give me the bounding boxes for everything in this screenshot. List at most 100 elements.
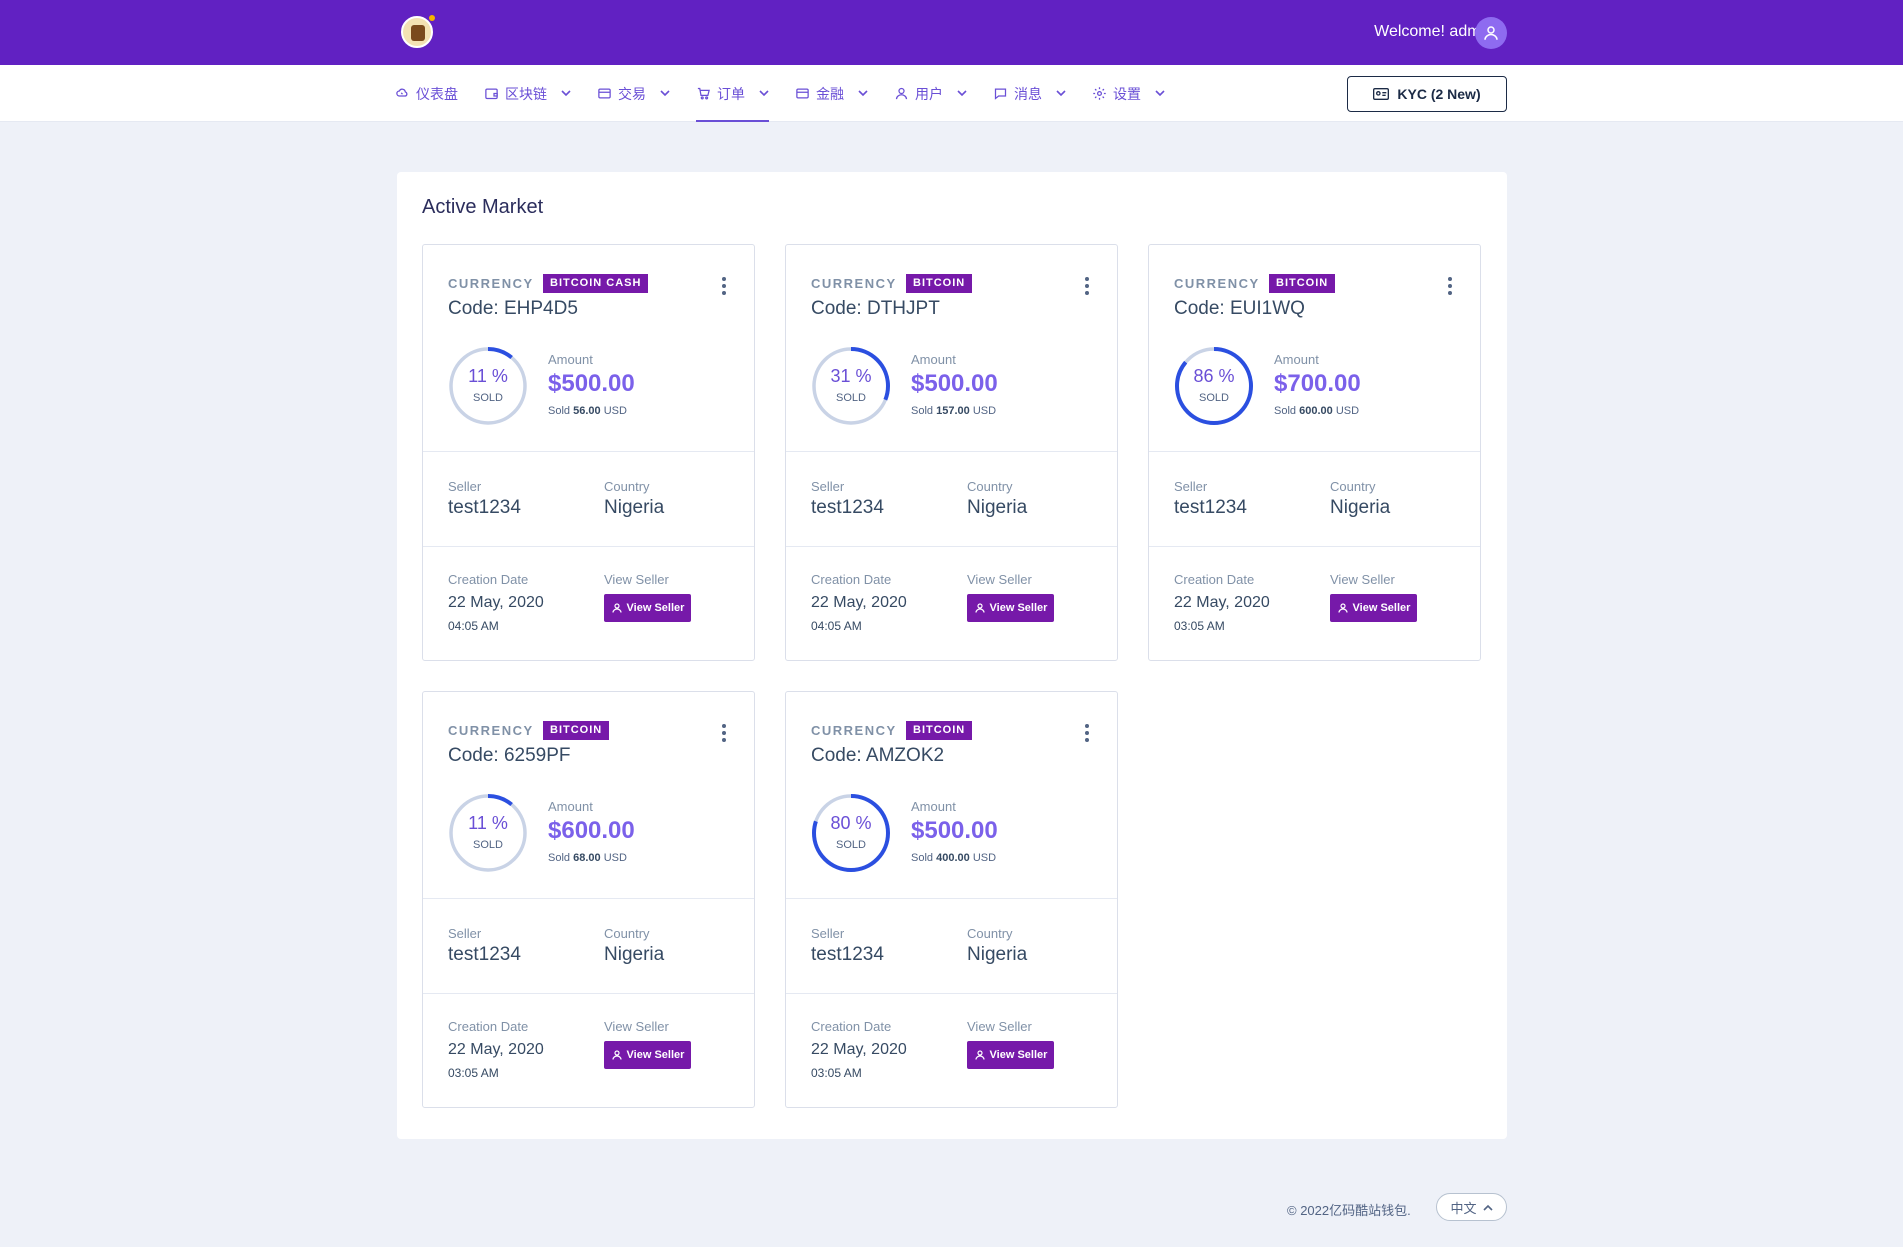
cart-icon (697, 87, 710, 100)
sold-progress-ring: 11 % SOLD (448, 793, 528, 873)
market-card: CURRENCY BITCOIN CASH Code: EHP4D5 11 % … (422, 244, 755, 661)
nav-item-4[interactable]: 金融 (795, 65, 868, 122)
creation-date: 22 May, 2020 (448, 594, 544, 611)
view-seller-button[interactable]: View Seller (604, 594, 691, 622)
card-header: CURRENCY BITCOIN CASH Code: EHP4D5 11 % … (423, 245, 754, 452)
wallet-icon (485, 88, 498, 100)
creation-date: 22 May, 2020 (448, 1041, 544, 1058)
nav-item-label: 金融 (816, 85, 844, 102)
creation-date-label: Creation Date (1174, 572, 1255, 587)
more-options-icon[interactable] (721, 277, 727, 297)
currency-label: CURRENCY (1174, 276, 1260, 291)
card-seller-info: Seller test1234 Country Nigeria (786, 452, 1117, 547)
more-options-icon[interactable] (1084, 724, 1090, 744)
user-avatar[interactable] (1475, 17, 1507, 49)
creation-date-label: Creation Date (448, 572, 529, 587)
currency-badge: BITCOIN CASH (543, 274, 649, 293)
chevron-down-icon (1155, 90, 1165, 97)
card-footer: Creation Date 22 May, 2020 04:05 AM View… (786, 547, 1117, 662)
creation-time: 03:05 AM (448, 1066, 499, 1080)
chevron-down-icon (759, 90, 769, 97)
cloud-icon (396, 88, 408, 97)
market-code: Code: DTHJPT (811, 298, 940, 319)
view-seller-button[interactable]: View Seller (967, 1041, 1054, 1069)
user-icon (611, 603, 622, 613)
sold-amount: Sold 157.00 USD (911, 405, 997, 417)
nav-item-7[interactable]: 设置 (1092, 65, 1165, 122)
nav-item-label: 设置 (1113, 85, 1141, 102)
logo[interactable] (401, 15, 435, 48)
creation-time: 04:05 AM (448, 619, 499, 633)
nav-item-5[interactable]: 用户 (894, 65, 967, 122)
language-selector[interactable]: 中文 (1436, 1193, 1507, 1221)
view-seller-button[interactable]: View Seller (604, 1041, 691, 1069)
kyc-button[interactable]: KYC (2 New) (1347, 76, 1507, 112)
nav-item-1[interactable]: 区块链 (484, 65, 571, 122)
sold-ring-label: SOLD (1199, 392, 1229, 404)
card-footer: Creation Date 22 May, 2020 04:05 AM View… (423, 547, 754, 662)
view-seller-button[interactable]: View Seller (1330, 594, 1417, 622)
currency-label: CURRENCY (811, 723, 897, 738)
sold-ring-label: SOLD (836, 392, 866, 404)
country-value: Nigeria (967, 497, 1028, 518)
sold-amount: Sold 56.00 USD (548, 405, 627, 417)
seller-label: Seller (448, 926, 482, 941)
amount-value: $500.00 (548, 370, 635, 397)
seller-label: Seller (811, 926, 845, 941)
card-header: CURRENCY BITCOIN Code: 6259PF 11 % SOLD … (423, 692, 754, 899)
more-options-icon[interactable] (721, 724, 727, 744)
chevron-down-icon (561, 90, 571, 97)
page-title: Active Market (422, 196, 544, 218)
currency-label: CURRENCY (811, 276, 897, 291)
more-options-icon[interactable] (1447, 277, 1453, 297)
nav-item-label: 用户 (915, 85, 943, 102)
amount-label: Amount (911, 799, 956, 814)
card-icon (796, 88, 809, 99)
sold-progress-ring: 86 % SOLD (1174, 346, 1254, 426)
amount-label: Amount (548, 799, 593, 814)
language-label: 中文 (1450, 1200, 1477, 1216)
nav-item-0[interactable]: 仪表盘 (395, 65, 458, 122)
creation-date-label: Creation Date (811, 572, 892, 587)
nav-item-6[interactable]: 消息 (993, 65, 1066, 122)
view-seller-button[interactable]: View Seller (967, 594, 1054, 622)
chevron-down-icon (1056, 90, 1066, 97)
country-value: Nigeria (967, 944, 1028, 965)
sold-progress-ring: 11 % SOLD (448, 346, 528, 426)
sold-percent: 86 % (1193, 366, 1235, 386)
chevron-down-icon (858, 90, 868, 97)
chevron-down-icon (957, 90, 967, 97)
country-label: Country (967, 479, 1013, 494)
nav-item-3[interactable]: 订单 (696, 65, 769, 122)
seller-value: test1234 (811, 497, 884, 518)
user-icon (1484, 26, 1498, 40)
sold-amount: Sold 68.00 USD (548, 852, 627, 864)
market-code: Code: AMZOK2 (811, 745, 945, 766)
creation-time: 03:05 AM (1174, 619, 1225, 633)
sold-amount: Sold 600.00 USD (1274, 405, 1360, 417)
country-label: Country (1330, 479, 1376, 494)
currency-badge: BITCOIN (543, 721, 610, 740)
card-footer: Creation Date 22 May, 2020 03:05 AM View… (1149, 547, 1480, 662)
amount-value: $500.00 (911, 370, 998, 397)
id-card-icon (1373, 88, 1390, 100)
market-card: CURRENCY BITCOIN Code: EUI1WQ 86 % SOLD … (1148, 244, 1481, 661)
sold-progress-ring: 80 % SOLD (811, 793, 891, 873)
sold-percent: 31 % (830, 366, 872, 386)
country-value: Nigeria (604, 944, 665, 965)
currency-label: CURRENCY (448, 276, 534, 291)
nav-item-2[interactable]: 交易 (597, 65, 670, 122)
nav-item-label: 消息 (1014, 85, 1042, 102)
amount-label: Amount (1274, 352, 1319, 367)
seller-label: Seller (1174, 479, 1208, 494)
view-seller-label: View Seller (604, 1019, 669, 1034)
user-icon (895, 87, 908, 100)
main-nav: 仪表盘 区块链 交易 订单 金融 用户 消息 设置 (395, 65, 1191, 122)
active-market-panel: Active Market CURRENCY BITCOIN CASH Code… (397, 172, 1507, 1139)
seller-value: test1234 (448, 944, 521, 965)
country-value: Nigeria (1330, 497, 1391, 518)
more-options-icon[interactable] (1084, 277, 1090, 297)
card-seller-info: Seller test1234 Country Nigeria (423, 899, 754, 994)
creation-time: 04:05 AM (811, 619, 862, 633)
creation-date: 22 May, 2020 (811, 1041, 907, 1058)
